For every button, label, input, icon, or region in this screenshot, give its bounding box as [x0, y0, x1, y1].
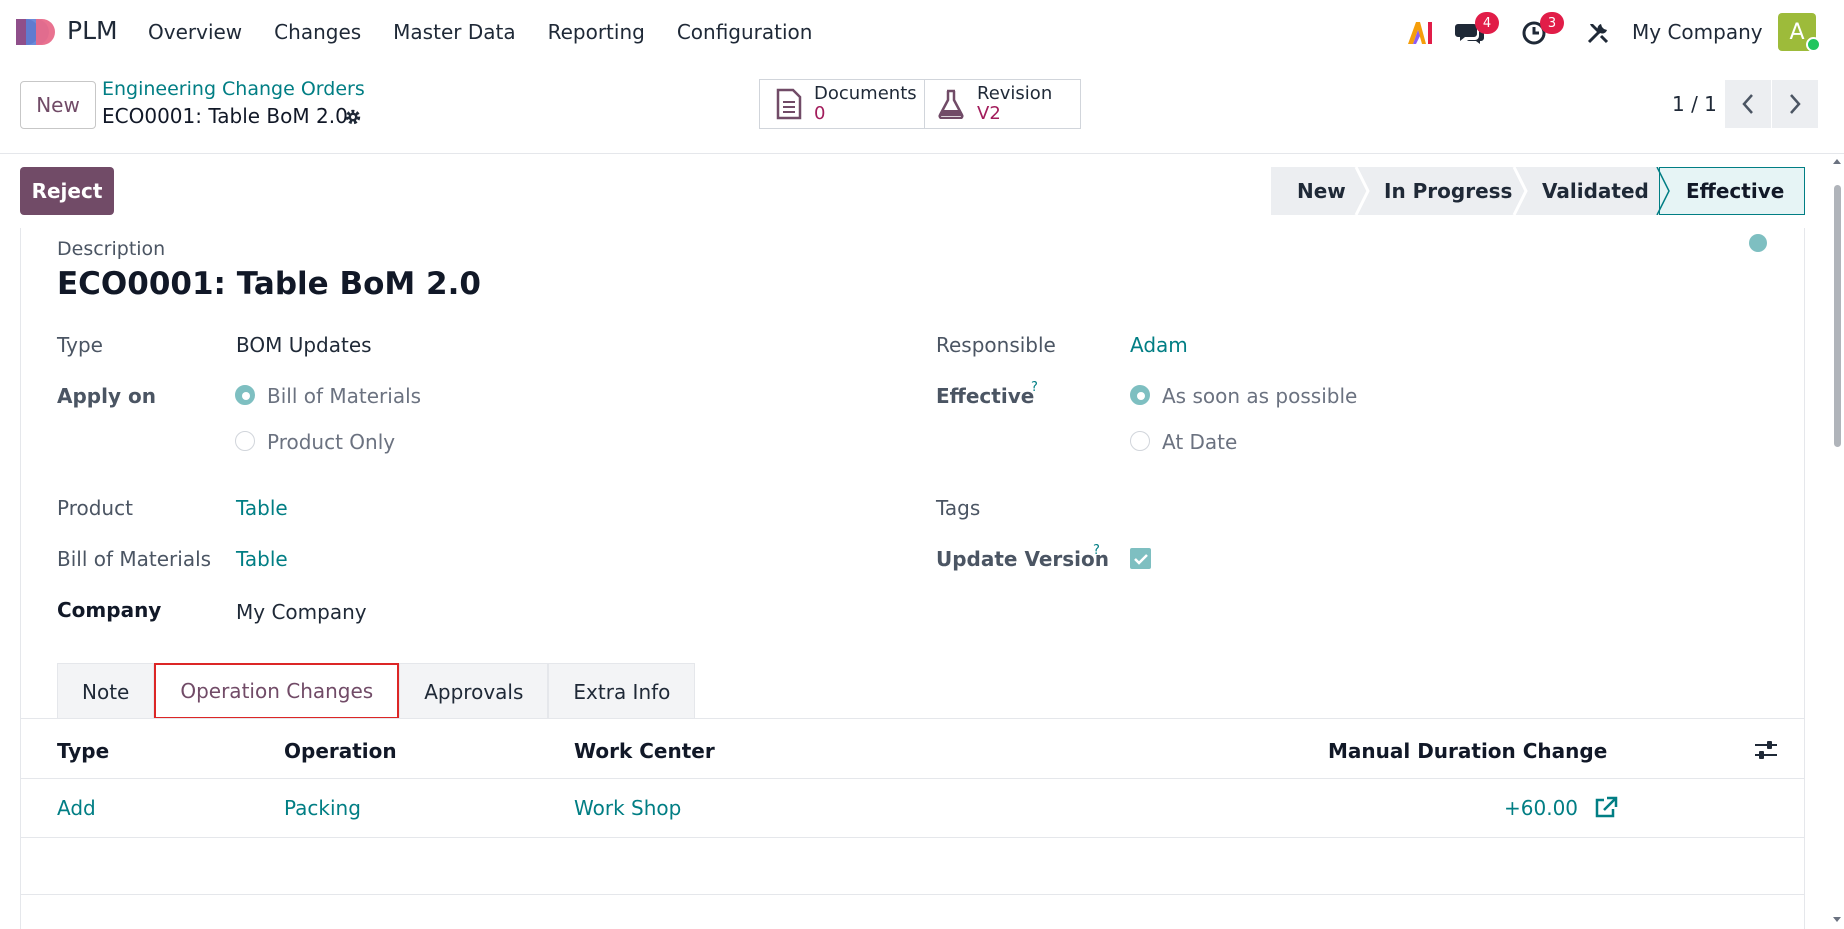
revision-label: Revision: [977, 83, 1053, 104]
reject-button[interactable]: Reject: [20, 167, 114, 215]
pager-next-button[interactable]: [1772, 80, 1818, 128]
effective-at-date-label[interactable]: At Date: [1162, 430, 1237, 454]
app-logo-icon[interactable]: [14, 17, 56, 47]
tab-note[interactable]: Note: [57, 663, 155, 719]
status-indicator-dot[interactable]: [1749, 234, 1767, 252]
document-icon: [776, 88, 802, 120]
notebook-tabs: Note Operation Changes Approvals Extra I…: [57, 663, 696, 719]
checkmark-icon: [1133, 553, 1148, 565]
menu-configuration[interactable]: Configuration: [677, 20, 813, 44]
main-menu: Overview Changes Master Data Reporting C…: [148, 20, 844, 44]
company-label: Company: [57, 598, 162, 622]
column-header-manual-duration-change[interactable]: Manual Duration Change: [1328, 739, 1607, 763]
update-version-label: Update Version: [936, 547, 1110, 571]
apply-on-product-label[interactable]: Product Only: [267, 430, 395, 454]
control-panel-divider: [0, 153, 1844, 154]
bom-label: Bill of Materials: [57, 547, 212, 571]
external-link-icon[interactable]: [1594, 796, 1618, 818]
row-work-center-link[interactable]: Work Shop: [574, 796, 681, 820]
row-type-link[interactable]: Add: [57, 796, 96, 820]
online-status-dot: [1806, 37, 1821, 52]
debug-tools-icon[interactable]: [1586, 21, 1610, 45]
apply-on-bom-label[interactable]: Bill of Materials: [267, 384, 421, 408]
menu-master-data[interactable]: Master Data: [393, 20, 515, 44]
eco-title[interactable]: ECO0001: Table BoM 2.0: [57, 266, 481, 302]
app-name[interactable]: PLM: [67, 16, 118, 45]
optional-columns-icon[interactable]: [1754, 740, 1778, 760]
breadcrumb-parent-link[interactable]: Engineering Change Orders: [102, 78, 365, 100]
row-divider: [20, 837, 1805, 838]
column-header-type[interactable]: Type: [57, 739, 109, 763]
column-header-work-center[interactable]: Work Center: [574, 739, 715, 763]
column-header-operation[interactable]: Operation: [284, 739, 397, 763]
apply-on-label: Apply on: [57, 384, 156, 408]
update-version-checkbox[interactable]: [1130, 548, 1151, 569]
tab-approvals[interactable]: Approvals: [399, 663, 549, 719]
ai-icon[interactable]: [1406, 20, 1434, 46]
flask-icon: [938, 89, 964, 119]
responsible-label: Responsible: [936, 333, 1056, 357]
tab-operation-changes[interactable]: Operation Changes: [154, 663, 400, 719]
breadcrumb-current: ECO0001: Table BoM 2.0: [102, 104, 348, 128]
documents-count: 0: [814, 103, 826, 124]
messages-badge: 4: [1475, 12, 1499, 34]
effective-asap-label[interactable]: As soon as possible: [1162, 384, 1357, 408]
top-navbar: PLM Overview Changes Master Data Reporti…: [0, 0, 1844, 64]
responsible-value-link[interactable]: Adam: [1130, 333, 1188, 357]
type-label: Type: [57, 333, 103, 357]
menu-reporting[interactable]: Reporting: [548, 20, 645, 44]
table-bottom-divider: [20, 894, 1805, 895]
gear-icon[interactable]: [344, 108, 362, 126]
scroll-down-arrow-icon[interactable]: [1832, 916, 1842, 924]
effective-at-date-radio[interactable]: [1130, 431, 1150, 451]
revision-smart-button[interactable]: Revision V2: [924, 79, 1081, 129]
menu-changes[interactable]: Changes: [274, 20, 361, 44]
tab-extra-info[interactable]: Extra Info: [548, 663, 696, 719]
scroll-up-arrow-icon[interactable]: [1832, 157, 1842, 165]
row-operation-link[interactable]: Packing: [284, 796, 361, 820]
effective-label: Effective: [936, 384, 1035, 408]
company-switcher[interactable]: My Company: [1632, 20, 1763, 44]
menu-overview[interactable]: Overview: [148, 20, 242, 44]
chevron-right-icon: [1790, 94, 1801, 114]
scrollbar-thumb[interactable]: [1834, 185, 1841, 447]
documents-smart-button[interactable]: Documents 0: [759, 79, 925, 129]
documents-label: Documents: [814, 83, 917, 104]
revision-value: V2: [977, 103, 1001, 124]
product-value-link[interactable]: Table: [236, 496, 288, 520]
update-version-help-icon[interactable]: ?: [1093, 543, 1100, 558]
tabs-baseline: [20, 718, 1805, 719]
chevron-left-icon: [1742, 94, 1753, 114]
type-value[interactable]: BOM Updates: [236, 333, 372, 357]
stage-separators: [1354, 167, 1670, 215]
tags-label: Tags: [936, 496, 981, 520]
apply-on-product-radio[interactable]: [235, 431, 255, 451]
product-label: Product: [57, 496, 133, 520]
apply-on-bom-radio[interactable]: [235, 385, 255, 405]
pager-value[interactable]: 1 / 1: [1672, 92, 1717, 116]
new-record-button[interactable]: New: [20, 81, 96, 129]
effective-asap-radio[interactable]: [1130, 385, 1150, 405]
pager-previous-button[interactable]: [1725, 80, 1771, 128]
activities-badge: 3: [1540, 12, 1564, 34]
company-value[interactable]: My Company: [236, 600, 367, 624]
description-label: Description: [57, 238, 166, 260]
header-row-divider: [20, 778, 1805, 779]
row-duration-value[interactable]: +60.00: [1504, 796, 1578, 820]
bom-value-link[interactable]: Table: [236, 547, 288, 571]
effective-help-icon[interactable]: ?: [1031, 380, 1038, 395]
